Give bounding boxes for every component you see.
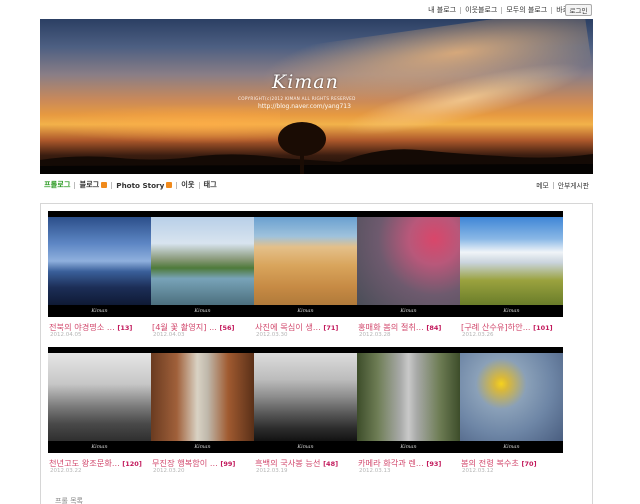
thumbnail-photo[interactable]: Kiman bbox=[254, 211, 357, 317]
menu-blog-label: 블로그 bbox=[79, 180, 100, 189]
comment-count: [101] bbox=[533, 324, 553, 332]
photo-watermark: Kiman bbox=[297, 444, 314, 450]
prologue-list-label[interactable]: 프롤 목록 bbox=[55, 496, 83, 504]
snowy-mountain-image bbox=[460, 217, 563, 305]
stone-path-gate-image bbox=[357, 353, 460, 441]
rss-icon bbox=[101, 182, 108, 188]
comment-count: [13] bbox=[117, 324, 133, 332]
photo-watermark: Kiman bbox=[503, 308, 520, 314]
adonis-flower-image bbox=[460, 353, 563, 441]
thumbnail-photo[interactable]: Kiman bbox=[151, 347, 254, 453]
comment-count: [71] bbox=[323, 324, 339, 332]
photo-watermark: Kiman bbox=[194, 308, 211, 314]
desert-shadow-image bbox=[254, 217, 357, 305]
login-button[interactable]: 로그인 bbox=[565, 4, 592, 16]
thumbnail-photo[interactable]: Kiman bbox=[48, 347, 151, 453]
menu-guestbook[interactable]: 안부게시판 bbox=[554, 180, 593, 190]
menu-tags[interactable]: 태그 bbox=[200, 180, 221, 190]
comment-count: [70] bbox=[521, 460, 537, 468]
post-date: 2012.03.28 bbox=[359, 332, 391, 338]
thumbnail-photo[interactable]: Kiman bbox=[357, 211, 460, 317]
post-date: 2012.03.20 bbox=[153, 468, 185, 474]
post-date: 2012.03.12 bbox=[462, 468, 494, 474]
photo-watermark: Kiman bbox=[91, 308, 108, 314]
post-title-text: 사진에 목심이 생... bbox=[255, 322, 321, 332]
comment-count: [93] bbox=[426, 460, 442, 468]
menu-memo[interactable]: 메모 bbox=[532, 180, 553, 190]
thumbnail-photo[interactable]: Kiman bbox=[254, 347, 357, 453]
thumbnail-photo[interactable]: Kiman bbox=[48, 211, 151, 317]
blog-logo: Kiman bbox=[272, 71, 339, 93]
thumbnail-photo[interactable]: Kiman bbox=[151, 211, 254, 317]
rss-icon bbox=[166, 182, 173, 188]
post-title-text: 무진장 행복함이 ... bbox=[152, 458, 218, 468]
post-date: 2012.04.03 bbox=[153, 332, 185, 338]
post-title-text: 천년고도 왕조문화... bbox=[49, 458, 120, 468]
menu-right: 메모 안부게시판 bbox=[532, 180, 593, 190]
thumbnail-photo[interactable]: Kiman bbox=[460, 347, 563, 453]
hanok-village-image bbox=[48, 353, 151, 441]
menu-photo-story-label: Photo Story bbox=[116, 180, 165, 190]
post-date: 2012.03.19 bbox=[256, 468, 288, 474]
neighbor-blog-link[interactable]: 이웃블로그 bbox=[461, 5, 501, 15]
menu-prologue[interactable]: 프롤로그 bbox=[40, 180, 74, 190]
post-title-text: [구례 산수유]하안... bbox=[461, 322, 531, 332]
post-date: 2012.03.30 bbox=[256, 332, 288, 338]
tree-lined-road-image bbox=[151, 353, 254, 441]
post-title-text: 흑백의 국사봉 능선 bbox=[255, 458, 321, 468]
post-date: 2012.03.22 bbox=[50, 468, 82, 474]
post-title-text: [4월 꽃 촬영지] ... bbox=[152, 322, 217, 332]
menu-blog[interactable]: 블로그 bbox=[75, 180, 111, 190]
comment-count: [120] bbox=[122, 460, 142, 468]
comment-count: [56] bbox=[219, 324, 235, 332]
comment-count: [48] bbox=[323, 460, 339, 468]
post-title-text: 카메라 화각과 렌... bbox=[358, 458, 424, 468]
post-title-text: 전북의 야경명소 ... bbox=[49, 322, 115, 332]
tree-silhouette bbox=[278, 122, 326, 174]
post-date: 2012.03.13 bbox=[359, 468, 391, 474]
thumbnail-photo[interactable]: Kiman bbox=[357, 347, 460, 453]
post-title-text: 홍매화 봄의 절취... bbox=[358, 322, 424, 332]
blog-url: http://blog.naver.com/yang713 bbox=[258, 103, 351, 110]
comment-count: [99] bbox=[220, 460, 236, 468]
night-lake-image bbox=[48, 217, 151, 305]
post-date: 2012.04.05 bbox=[50, 332, 82, 338]
spring-reservoir-image bbox=[151, 217, 254, 305]
photo-watermark: Kiman bbox=[503, 444, 520, 450]
thumbnail-photo[interactable]: Kiman bbox=[460, 211, 563, 317]
menu-left: 프롤로그 블로그 Photo Story 이웃 태그 bbox=[40, 180, 221, 190]
menu-photo-story[interactable]: Photo Story bbox=[112, 181, 176, 190]
menu-neighbors[interactable]: 이웃 bbox=[177, 180, 198, 190]
blog-banner[interactable]: Kiman COPYRIGHT(c)2012 KIMAN ALL RIGHTS … bbox=[40, 19, 593, 174]
all-blogs-link[interactable]: 모두의 블로그 bbox=[502, 5, 551, 15]
monochrome-ridge-image bbox=[254, 353, 357, 441]
comment-count: [84] bbox=[426, 324, 442, 332]
photo-watermark: Kiman bbox=[400, 444, 417, 450]
photo-watermark: Kiman bbox=[194, 444, 211, 450]
photo-watermark: Kiman bbox=[400, 308, 417, 314]
copyright-text: COPYRIGHT(c)2012 KIMAN ALL RIGHTS RESERV… bbox=[238, 96, 356, 101]
my-blog-link[interactable]: 내 블로그 bbox=[424, 5, 460, 15]
photo-watermark: Kiman bbox=[91, 444, 108, 450]
blog-menu-bar: 프롤로그 블로그 Photo Story 이웃 태그 메모 안부게시판 bbox=[40, 178, 593, 192]
post-date: 2012.03.26 bbox=[462, 332, 494, 338]
photo-watermark: Kiman bbox=[297, 308, 314, 314]
plum-blossom-glass-image bbox=[357, 217, 460, 305]
post-title-text: 봄의 전령 복수초 bbox=[461, 458, 519, 468]
